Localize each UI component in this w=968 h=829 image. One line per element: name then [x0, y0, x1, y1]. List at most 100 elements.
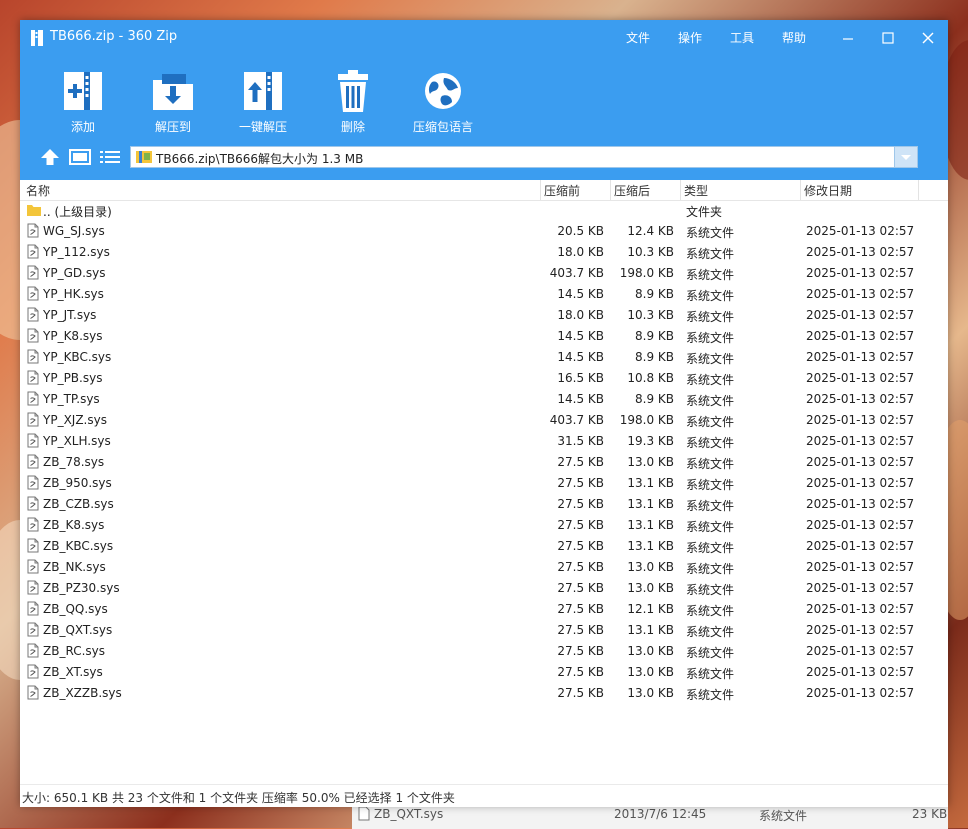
table-row[interactable]: ZB_950.sys 27.5 KB 13.1 KB 系统文件 2025-01-13 0…: [20, 473, 948, 494]
file-type: 系统文件: [686, 520, 735, 534]
file-type: 系统文件: [686, 583, 735, 597]
extract-folder-icon: [153, 74, 193, 110]
file-name: YP_HK.sys: [43, 287, 104, 301]
system-file-icon: [27, 559, 39, 574]
table-row[interactable]: ZB_PZ30.sys 27.5 KB 13.0 KB 系统文件 2025-01-13 …: [20, 578, 948, 599]
column-divider[interactable]: [540, 180, 541, 200]
background-file-type: 系统文件: [759, 809, 808, 823]
list-view-icon[interactable]: [98, 147, 122, 167]
column-divider[interactable]: [610, 180, 611, 200]
address-bar[interactable]: TB666.zip\TB666解包大小为 1.3 MB: [130, 146, 918, 168]
table-row[interactable]: YP_JT.sys 18.0 KB 10.3 KB 系统文件 2025-01-13 02…: [20, 305, 948, 326]
file-compressed-size: 14.5 KB: [557, 329, 604, 343]
table-row[interactable]: ZB_78.sys 27.5 KB 13.0 KB 系统文件 2025-01-13 02…: [20, 452, 948, 473]
file-original-size: 13.1 KB: [627, 518, 674, 532]
table-row[interactable]: ZB_RC.sys 27.5 KB 13.0 KB 系统文件 2025-01-13 02…: [20, 641, 948, 662]
table-row[interactable]: YP_GD.sys 403.7 KB 198.0 KB 系统文件 2025-01-13 …: [20, 263, 948, 284]
file-original-size: 8.9 KB: [635, 287, 674, 301]
file-name: ZB_K8.sys: [43, 518, 105, 532]
table-row[interactable]: ZB_CZB.sys 27.5 KB 13.1 KB 系统文件 2025-01-13 0…: [20, 494, 948, 515]
system-file-icon: [27, 328, 39, 343]
table-row[interactable]: YP_XJZ.sys 403.7 KB 198.0 KB 系统文件 2025-01-13…: [20, 410, 948, 431]
file-name: YP_XJZ.sys: [43, 413, 107, 427]
file-original-size: 10.3 KB: [627, 308, 674, 322]
title-bar[interactable]: TB666.zip - 360 Zip 文件 操作 工具 帮助: [20, 20, 948, 56]
delete-button[interactable]: 删除: [310, 68, 396, 138]
file-original-size: 12.1 KB: [627, 602, 674, 616]
system-file-icon: [27, 685, 39, 700]
add-button[interactable]: 添加: [40, 68, 126, 138]
file-compressed-size: 27.5 KB: [557, 602, 604, 616]
table-row[interactable]: YP_K8.sys 14.5 KB 8.9 KB 系统文件 2025-01-13 02:…: [20, 326, 948, 347]
file-original-size: 13.1 KB: [627, 623, 674, 637]
address-dropdown-button[interactable]: [894, 147, 917, 167]
menu-file[interactable]: 文件: [626, 29, 650, 46]
file-date: 2025-01-13 02:57: [806, 602, 915, 616]
file-type: 系统文件: [686, 436, 735, 450]
menu-help[interactable]: 帮助: [782, 29, 806, 46]
file-original-size: 8.9 KB: [635, 350, 674, 364]
column-type[interactable]: 类型: [684, 182, 708, 199]
column-divider[interactable]: [918, 180, 919, 200]
column-name[interactable]: 名称: [26, 182, 50, 199]
zip-app-icon: [31, 30, 43, 46]
column-original[interactable]: 压缩后: [614, 182, 650, 199]
minimize-icon[interactable]: [838, 28, 858, 48]
up-arrow-icon[interactable]: [38, 147, 62, 167]
parent-directory-row[interactable]: .. (上级目录) 文件夹: [20, 200, 948, 221]
close-icon[interactable]: [918, 28, 938, 48]
file-type: 系统文件: [686, 415, 735, 429]
table-row[interactable]: ZB_KBC.sys 27.5 KB 13.1 KB 系统文件 2025-01-13 0…: [20, 536, 948, 557]
header: TB666.zip - 360 Zip 文件 操作 工具 帮助 添加 解压到 一…: [20, 20, 948, 180]
file-original-size: 198.0 KB: [619, 413, 674, 427]
column-divider[interactable]: [680, 180, 681, 200]
maximize-icon[interactable]: [878, 28, 898, 48]
column-compressed[interactable]: 压缩前: [544, 182, 580, 199]
table-row[interactable]: ZB_NK.sys 27.5 KB 13.0 KB 系统文件 2025-01-13 02…: [20, 557, 948, 578]
extract-to-button[interactable]: 解压到: [130, 68, 216, 138]
file-date: 2025-01-13 02:57: [806, 686, 915, 700]
file-original-size: 198.0 KB: [619, 266, 674, 280]
file-original-size: 13.1 KB: [627, 497, 674, 511]
column-divider[interactable]: [800, 180, 801, 200]
table-row[interactable]: ZB_QQ.sys 27.5 KB 12.1 KB 系统文件 2025-01-13 02…: [20, 599, 948, 620]
table-row[interactable]: YP_HK.sys 14.5 KB 8.9 KB 系统文件 2025-01-13 02:…: [20, 284, 948, 305]
table-row[interactable]: ZB_K8.sys 27.5 KB 13.1 KB 系统文件 2025-01-13 02…: [20, 515, 948, 536]
file-type: 系统文件: [686, 373, 735, 387]
file-name: ZB_NK.sys: [43, 560, 106, 574]
file-name: ZB_RC.sys: [43, 644, 105, 658]
table-row[interactable]: YP_XLH.sys 31.5 KB 19.3 KB 系统文件 2025-01-13 0…: [20, 431, 948, 452]
system-file-icon: [27, 475, 39, 490]
archive-language-button[interactable]: 压缩包语言: [400, 68, 486, 138]
background-file-size: 23 KB: [912, 807, 948, 821]
system-file-icon: [27, 286, 39, 301]
one-click-extract-button[interactable]: 一键解压: [220, 68, 306, 138]
file-date: 2025-01-13 02:57: [806, 245, 915, 259]
file-original-size: 10.8 KB: [627, 371, 674, 385]
file-type: 系统文件: [686, 541, 735, 555]
table-row[interactable]: WG_SJ.sys 20.5 KB 12.4 KB 系统文件 2025-01-13 02…: [20, 221, 948, 242]
file-compressed-size: 31.5 KB: [557, 434, 604, 448]
file-date: 2025-01-13 02:57: [806, 623, 915, 637]
table-row[interactable]: YP_112.sys 18.0 KB 10.3 KB 系统文件 2025-01-13 0…: [20, 242, 948, 263]
file-compressed-size: 14.5 KB: [557, 392, 604, 406]
file-compressed-size: 14.5 KB: [557, 287, 604, 301]
menu-operation[interactable]: 操作: [678, 29, 702, 46]
system-file-icon: [27, 370, 39, 385]
table-row[interactable]: YP_PB.sys 16.5 KB 10.8 KB 系统文件 2025-01-13 02…: [20, 368, 948, 389]
column-modified[interactable]: 修改日期: [804, 182, 852, 199]
file-compressed-size: 403.7 KB: [549, 413, 604, 427]
table-row[interactable]: YP_KBC.sys 14.5 KB 8.9 KB 系统文件 2025-01-13 02…: [20, 347, 948, 368]
table-row[interactable]: ZB_XT.sys 27.5 KB 13.0 KB 系统文件 2025-01-13 02…: [20, 662, 948, 683]
file-date: 2025-01-13 02:57: [806, 455, 915, 469]
system-file-icon: [27, 580, 39, 595]
thumbnail-view-icon[interactable]: [68, 147, 92, 167]
file-name: YP_PB.sys: [43, 371, 103, 385]
menu-tools[interactable]: 工具: [730, 29, 754, 46]
table-row[interactable]: ZB_XZZB.sys 27.5 KB 13.0 KB 系统文件 2025-01-13 …: [20, 683, 948, 704]
table-row[interactable]: YP_TP.sys 14.5 KB 8.9 KB 系统文件 2025-01-13 02:…: [20, 389, 948, 410]
table-row[interactable]: ZB_QXT.sys 27.5 KB 13.1 KB 系统文件 2025-01-13 0…: [20, 620, 948, 641]
file-compressed-size: 27.5 KB: [557, 644, 604, 658]
file-name: ZB_QXT.sys: [43, 623, 113, 637]
file-date: 2025-01-13 02:57: [806, 308, 915, 322]
